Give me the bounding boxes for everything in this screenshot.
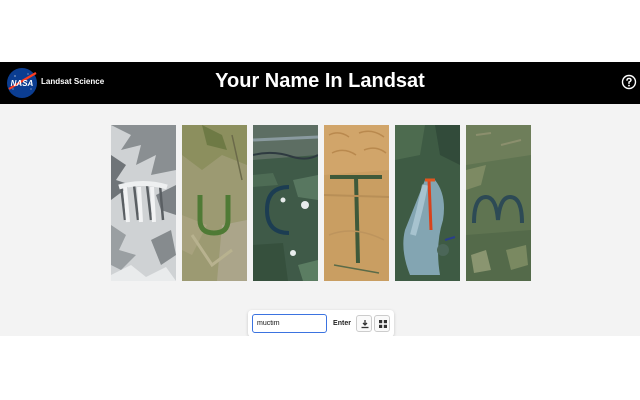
download-icon xyxy=(361,320,369,329)
letter-tile-1 xyxy=(111,125,176,281)
letter-tile-6 xyxy=(466,125,531,281)
name-controls: Enter xyxy=(248,310,394,337)
download-button[interactable] xyxy=(356,315,372,332)
letter-tiles xyxy=(111,125,531,281)
enter-button[interactable]: Enter xyxy=(331,315,353,332)
letter-tile-5 xyxy=(395,125,460,281)
name-input[interactable] xyxy=(252,314,327,333)
grid-icon xyxy=(379,320,387,328)
letter-tile-4 xyxy=(324,125,389,281)
content-area: Enter xyxy=(0,104,640,337)
letter-tile-3 xyxy=(253,125,318,281)
site-header: NASA Landsat Science Your Name In Landsa… xyxy=(0,62,640,104)
bottom-margin xyxy=(0,336,640,400)
page-title: Your Name In Landsat xyxy=(215,70,425,92)
letter-tile-2 xyxy=(182,125,247,281)
question-circle-icon[interactable] xyxy=(621,74,637,90)
layout-button[interactable] xyxy=(374,315,390,332)
top-margin xyxy=(0,0,640,62)
